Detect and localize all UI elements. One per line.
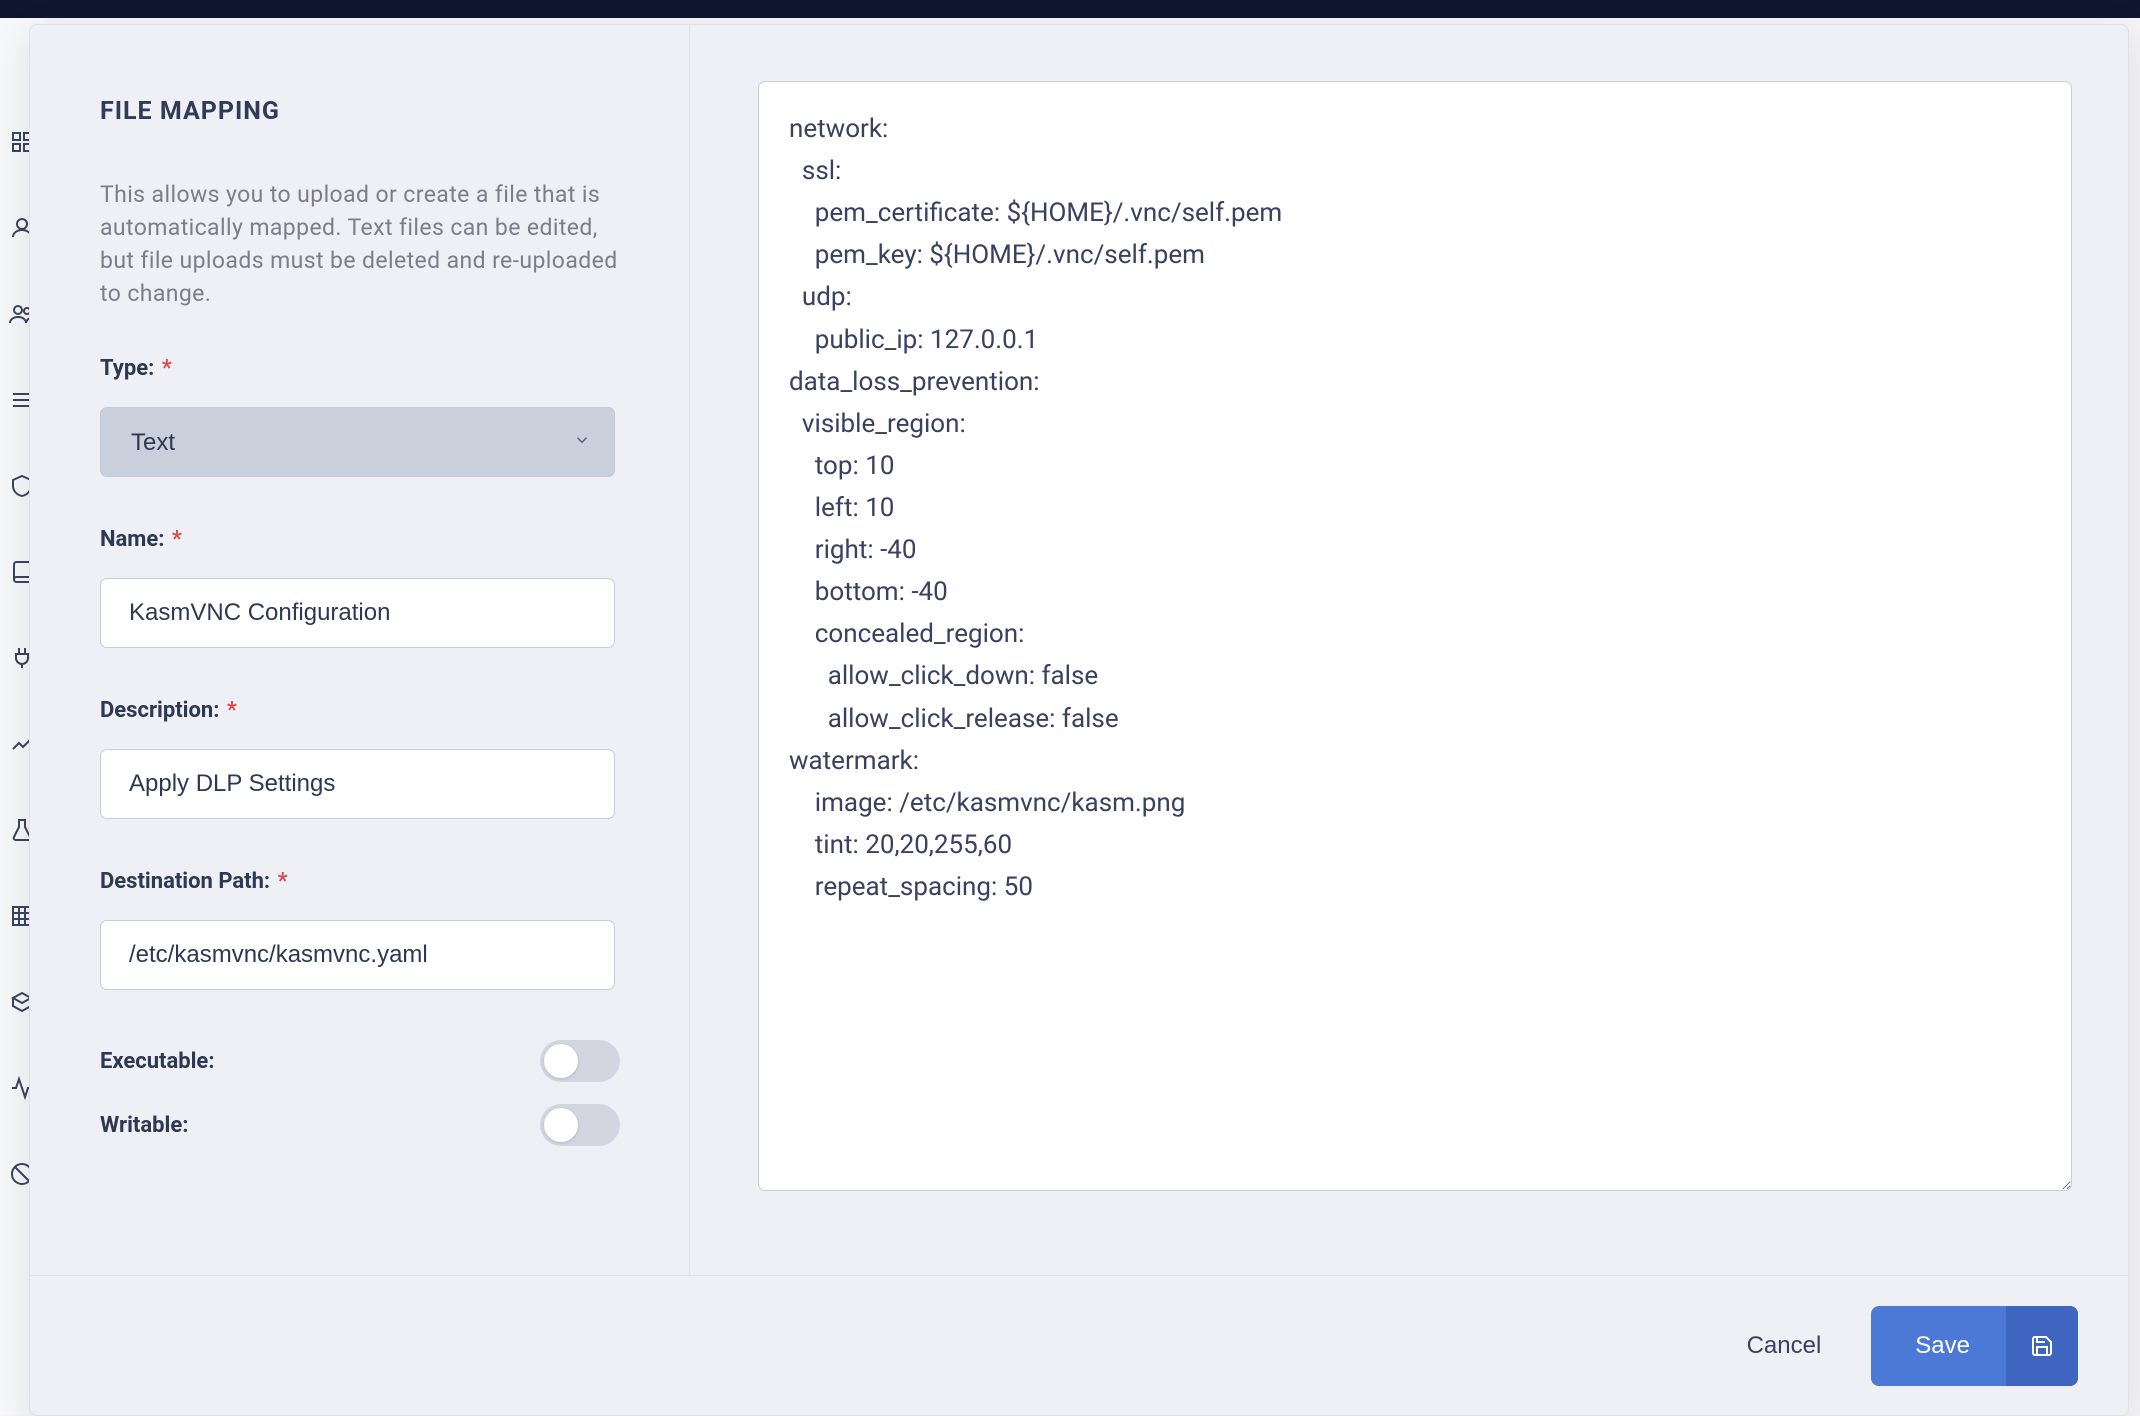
type-select[interactable]: Text [100, 407, 615, 477]
modal-description: This allows you to upload or create a fi… [100, 178, 635, 310]
destination-label: Destination Path: * [100, 869, 288, 894]
cancel-button[interactable]: Cancel [1737, 1318, 1832, 1374]
description-label: Description: * [100, 698, 237, 723]
writable-label: Writable: [100, 1113, 188, 1138]
save-button[interactable]: Save [1871, 1306, 2078, 1386]
field-type: Type: * Text [100, 356, 635, 477]
content-panel [690, 25, 2128, 1275]
executable-toggle[interactable] [540, 1040, 620, 1082]
form-panel: FILE MAPPING This allows you to upload o… [30, 25, 690, 1275]
toggle-knob [544, 1108, 578, 1142]
name-input[interactable] [100, 578, 615, 648]
modal-overlay: FILE MAPPING This allows you to upload o… [18, 18, 2140, 1414]
modal-body: FILE MAPPING This allows you to upload o… [30, 25, 2128, 1275]
field-description: Description: * [100, 698, 635, 819]
top-nav [0, 0, 2140, 18]
required-indicator: * [172, 527, 182, 552]
field-writable: Writable: [100, 1104, 620, 1146]
save-icon [2006, 1306, 2078, 1386]
modal-title: FILE MAPPING [100, 97, 635, 126]
required-indicator: * [278, 869, 288, 894]
executable-label: Executable: [100, 1049, 215, 1074]
field-executable: Executable: [100, 1040, 620, 1082]
file-mapping-modal: FILE MAPPING This allows you to upload o… [29, 24, 2129, 1416]
save-button-label: Save [1871, 1332, 2006, 1360]
field-name: Name: * [100, 527, 635, 648]
required-indicator: * [162, 356, 172, 381]
modal-footer: Cancel Save [30, 1275, 2128, 1415]
required-indicator: * [227, 698, 237, 723]
type-label: Type: * [100, 356, 172, 381]
destination-input[interactable] [100, 920, 615, 990]
toggle-knob [544, 1044, 578, 1078]
field-destination: Destination Path: * [100, 869, 635, 990]
description-input[interactable] [100, 749, 615, 819]
writable-toggle[interactable] [540, 1104, 620, 1146]
file-content-textarea[interactable] [758, 81, 2072, 1191]
name-label: Name: * [100, 527, 182, 552]
